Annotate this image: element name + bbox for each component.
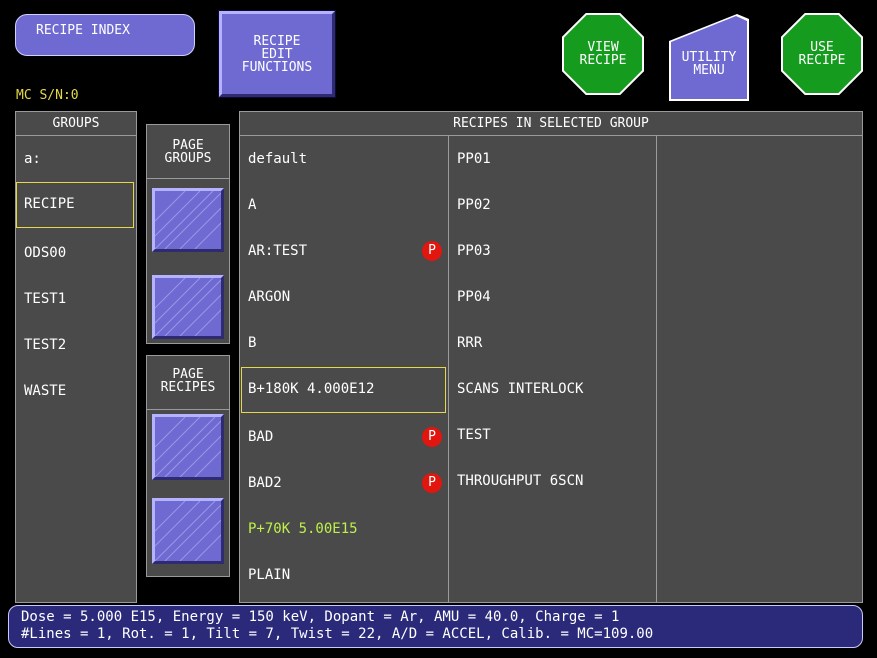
- page-groups-down-button[interactable]: [152, 275, 224, 339]
- recipes-column-2: PP01 PP02 PP03 PP04 RRR SCANS INTERLOCK TEST TH…: [449, 136, 656, 504]
- groups-panel: GROUPS a: RECIPE ODS00 TEST1 TEST2 WASTE: [15, 111, 137, 603]
- recipe-item[interactable]: BAD2 P: [240, 460, 448, 506]
- recipe-label: BAD: [248, 429, 274, 445]
- utility-menu-label: UTILITY MENU: [681, 50, 737, 78]
- recipe-label: BAD2: [248, 475, 282, 491]
- recipe-item[interactable]: PP03: [449, 228, 656, 274]
- view-recipe-label: VIEW RECIPE: [564, 15, 642, 93]
- recipe-item[interactable]: PP04: [449, 274, 656, 320]
- recipe-item[interactable]: RRR: [449, 320, 656, 366]
- view-recipe-button[interactable]: VIEW RECIPE: [562, 13, 644, 95]
- recipe-label: B+180K 4.000E12: [248, 381, 375, 397]
- column-divider: [656, 136, 657, 602]
- use-recipe-button[interactable]: USE RECIPE: [781, 13, 863, 95]
- use-recipe-label: USE RECIPE: [783, 15, 861, 93]
- page-recipes-down-button[interactable]: [152, 498, 224, 564]
- page-groups-panel: PAGE GROUPS: [146, 124, 230, 344]
- recipe-item[interactable]: PP02: [449, 182, 656, 228]
- group-item[interactable]: ODS00: [16, 230, 136, 276]
- recipes-column-1: default A AR:TEST P ARGON B B+180K 4.000E12 BAD…: [240, 136, 448, 598]
- recipe-item[interactable]: ARGON: [240, 274, 448, 320]
- recipe-item[interactable]: THROUGHPUT 6SCN: [449, 458, 656, 504]
- recipe-label: P+70K 5.00E15: [248, 521, 358, 537]
- status-bar: Dose = 5.000 E15, Energy = 150 keV, Dopa…: [8, 605, 863, 648]
- recipe-label: A: [248, 197, 257, 213]
- page-recipes-panel: PAGE RECIPES: [146, 355, 230, 577]
- groups-list: a: RECIPE ODS00 TEST1 TEST2 WASTE: [16, 136, 136, 414]
- recipe-index-button[interactable]: RECIPE INDEX: [15, 14, 195, 56]
- recipe-item[interactable]: default: [240, 136, 448, 182]
- protected-badge-icon: P: [422, 241, 442, 261]
- groups-header: GROUPS: [16, 112, 136, 136]
- protected-badge-icon: P: [422, 473, 442, 493]
- page-groups-up-button[interactable]: [152, 188, 224, 252]
- page-recipes-label: PAGE RECIPES: [147, 356, 229, 410]
- recipe-item[interactable]: BAD P: [240, 414, 448, 460]
- recipes-header: RECIPES IN SELECTED GROUP: [240, 112, 862, 136]
- recipe-item[interactable]: PLAIN: [240, 552, 448, 598]
- group-item[interactable]: RECIPE: [16, 182, 134, 228]
- protected-badge-icon: P: [422, 427, 442, 447]
- recipe-label: B: [248, 335, 257, 351]
- hatch-icon: [155, 278, 221, 336]
- group-item[interactable]: a:: [16, 136, 136, 182]
- utility-menu-button[interactable]: UTILITY MENU: [667, 11, 753, 101]
- mc-serial-number: MC S/N:0: [16, 88, 79, 103]
- status-line-2: #Lines = 1, Rot. = 1, Tilt = 7, Twist = …: [21, 626, 654, 642]
- recipe-item[interactable]: PP01: [449, 136, 656, 182]
- recipe-item[interactable]: B+180K 4.000E12: [241, 367, 446, 413]
- recipe-item[interactable]: SCANS INTERLOCK: [449, 366, 656, 412]
- recipe-item[interactable]: A: [240, 182, 448, 228]
- recipe-item[interactable]: AR:TEST P: [240, 228, 448, 274]
- recipes-panel: RECIPES IN SELECTED GROUP default A AR:TES…: [239, 111, 863, 603]
- recipe-label: AR:TEST: [248, 243, 308, 259]
- group-item[interactable]: TEST2: [16, 322, 136, 368]
- recipe-item[interactable]: B: [240, 320, 448, 366]
- page-recipes-up-button[interactable]: [152, 414, 224, 480]
- recipe-item[interactable]: TEST: [449, 412, 656, 458]
- recipe-label: PLAIN: [248, 567, 291, 583]
- group-item[interactable]: WASTE: [16, 368, 136, 414]
- recipe-item[interactable]: P+70K 5.00E15: [240, 506, 448, 552]
- hatch-icon: [155, 501, 221, 561]
- recipe-label: default: [248, 151, 308, 167]
- status-line-1: Dose = 5.000 E15, Energy = 150 keV, Dopa…: [21, 609, 620, 625]
- hatch-icon: [155, 417, 221, 477]
- page-groups-label: PAGE GROUPS: [147, 125, 229, 179]
- recipe-edit-functions-button[interactable]: RECIPE EDIT FUNCTIONS: [219, 11, 335, 97]
- hatch-icon: [155, 191, 221, 249]
- recipe-label: ARGON: [248, 289, 291, 305]
- group-item[interactable]: TEST1: [16, 276, 136, 322]
